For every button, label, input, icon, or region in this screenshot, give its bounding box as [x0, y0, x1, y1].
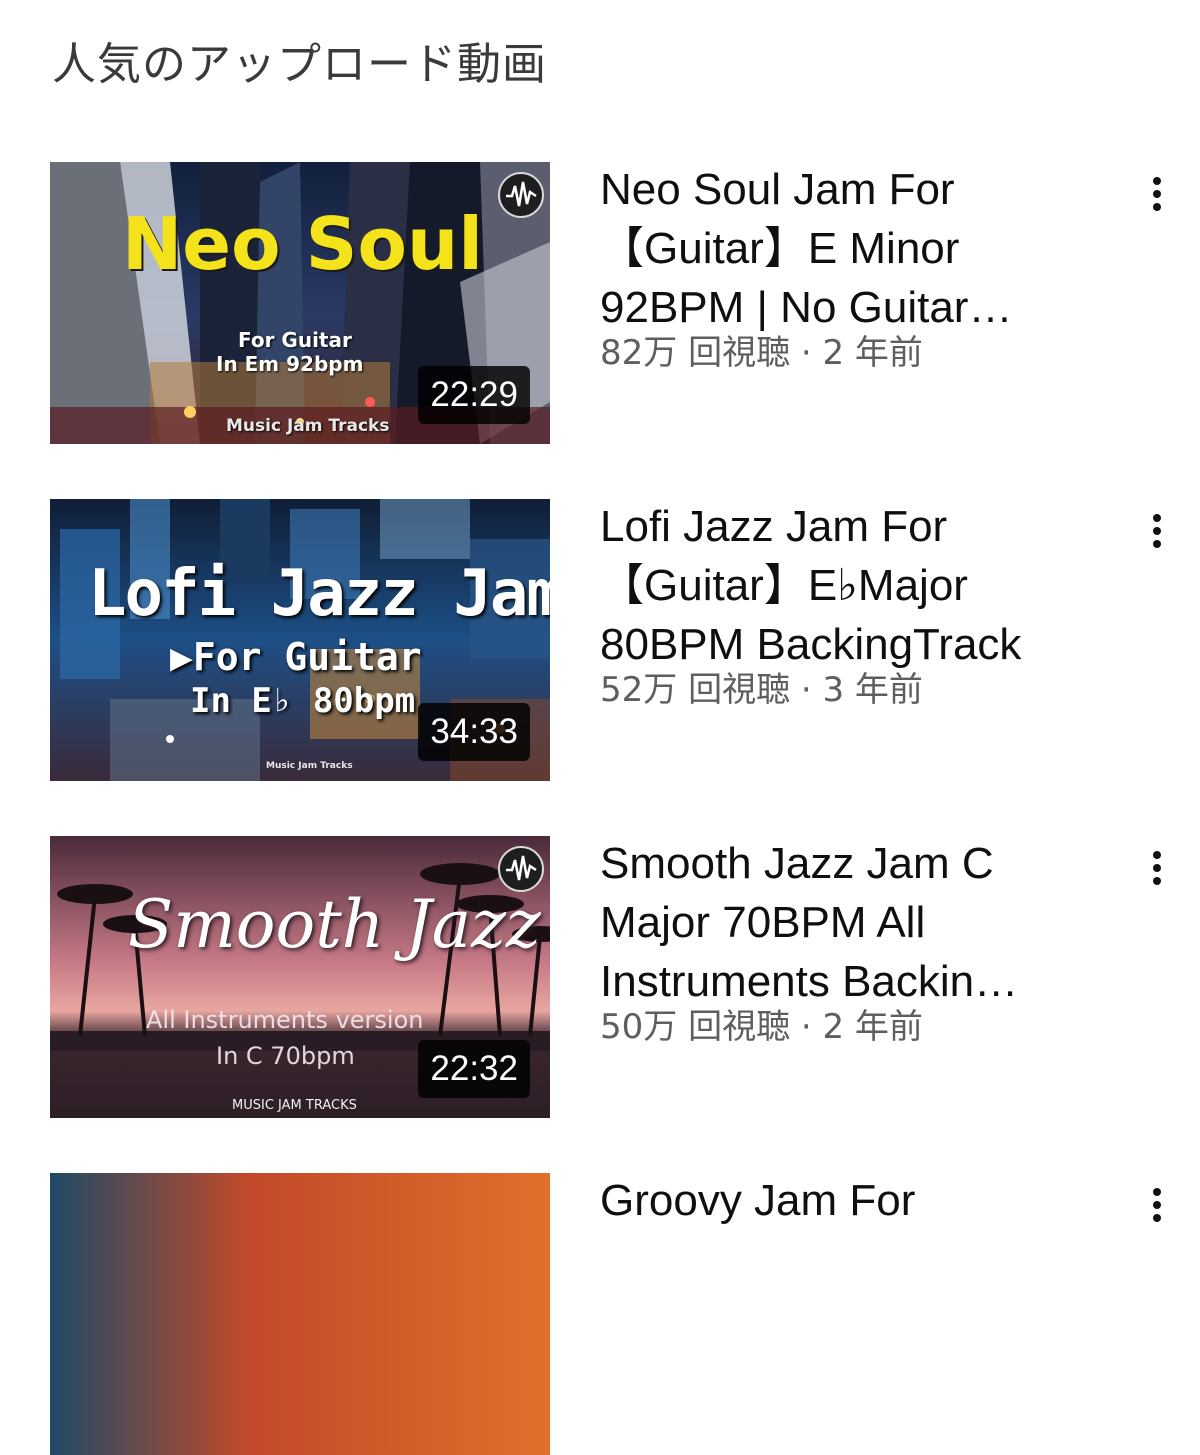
thumbnail-brand-text: Music Jam Tracks — [226, 416, 390, 436]
thumbnail-subtitle-text: ▶For Guitar — [170, 635, 422, 679]
video-thumbnail[interactable]: Smooth Jazz All Instruments version In C… — [50, 836, 550, 1118]
video-meta: 82万 回視聴 · 2 年前 — [600, 333, 923, 373]
video-item-lofi-jazz[interactable]: Lofi Jazz Jam ▶For Guitar In E♭ 80bpm Mu… — [50, 499, 1200, 781]
video-meta: 52万 回視聴 · 3 年前 — [600, 670, 923, 710]
video-item-groovy-jam[interactable]: Groovy Jam For — [50, 1173, 1200, 1455]
video-info: Groovy Jam For — [600, 1173, 1120, 1230]
video-title-line: Neo Soul Jam For — [600, 165, 955, 214]
video-title-line: 80BPM BackingTrack — [600, 620, 1022, 669]
video-duration-badge: 22:32 — [418, 1040, 530, 1098]
more-options-icon[interactable] — [1142, 846, 1172, 892]
thumbnail-title-text: Smooth Jazz — [128, 886, 541, 963]
thumbnail-title-text: Neo Soul — [122, 202, 483, 286]
video-title[interactable]: Smooth Jazz Jam C Major 70BPM All Instru… — [600, 834, 1120, 1011]
video-thumbnail[interactable]: Lofi Jazz Jam ▶For Guitar In E♭ 80bpm Mu… — [50, 499, 550, 781]
video-title-line: 【Guitar】E♭Major — [600, 561, 968, 610]
video-title-line: Lofi Jazz Jam For — [600, 502, 948, 551]
channel-logo-icon — [498, 172, 544, 218]
thumbnail-subtitle-text: For Guitar — [238, 328, 352, 352]
video-title-line: 92BPM | No Guitar… — [600, 283, 1013, 332]
video-thumbnail[interactable] — [50, 1173, 550, 1455]
video-title-line: Instruments Backin… — [600, 957, 1019, 1006]
video-item-smooth-jazz[interactable]: Smooth Jazz All Instruments version In C… — [50, 836, 1200, 1118]
video-title[interactable]: Lofi Jazz Jam For 【Guitar】E♭Major 80BPM … — [600, 497, 1120, 674]
thumbnail-brand-text: MUSIC JAM TRACKS — [232, 1098, 357, 1113]
video-meta: 50万 回視聴 · 2 年前 — [600, 1007, 923, 1047]
video-item-neo-soul[interactable]: Neo Soul For Guitar In Em 92bpm Music Ja… — [50, 162, 1200, 444]
video-title-line: 【Guitar】E Minor — [600, 224, 960, 273]
video-duration-badge: 34:33 — [418, 703, 530, 761]
thumbnail-subtitle-text: All Instruments version — [146, 1006, 424, 1034]
thumbnail-key-text: In Em 92bpm — [216, 352, 364, 376]
video-title-line: Major 70BPM All — [600, 898, 926, 947]
video-info: Lofi Jazz Jam For 【Guitar】E♭Major 80BPM … — [600, 499, 1120, 712]
video-title-line: Groovy Jam For — [600, 1176, 916, 1225]
more-options-icon[interactable] — [1142, 509, 1172, 555]
video-title-line: Smooth Jazz Jam C — [600, 839, 994, 888]
more-options-icon[interactable] — [1142, 172, 1172, 218]
video-thumbnail[interactable]: Neo Soul For Guitar In Em 92bpm Music Ja… — [50, 162, 550, 444]
thumbnail-image — [50, 1173, 550, 1455]
more-options-icon[interactable] — [1142, 1183, 1172, 1229]
thumbnail-brand-text: Music Jam Tracks — [266, 761, 353, 771]
video-duration-badge: 22:29 — [418, 366, 530, 424]
thumbnail-title-text: Lofi Jazz Jam — [88, 557, 550, 631]
video-title[interactable]: Groovy Jam For — [600, 1171, 1120, 1230]
section-title: 人気のアップロード動画 — [52, 39, 547, 90]
thumbnail-key-text: In E♭ 80bpm — [190, 681, 416, 721]
thumbnail-key-text: In C 70bpm — [216, 1042, 355, 1070]
video-info: Neo Soul Jam For 【Guitar】E Minor 92BPM |… — [600, 162, 1120, 375]
channel-logo-icon — [498, 846, 544, 892]
video-info: Smooth Jazz Jam C Major 70BPM All Instru… — [600, 836, 1120, 1049]
video-title[interactable]: Neo Soul Jam For 【Guitar】E Minor 92BPM |… — [600, 160, 1120, 337]
